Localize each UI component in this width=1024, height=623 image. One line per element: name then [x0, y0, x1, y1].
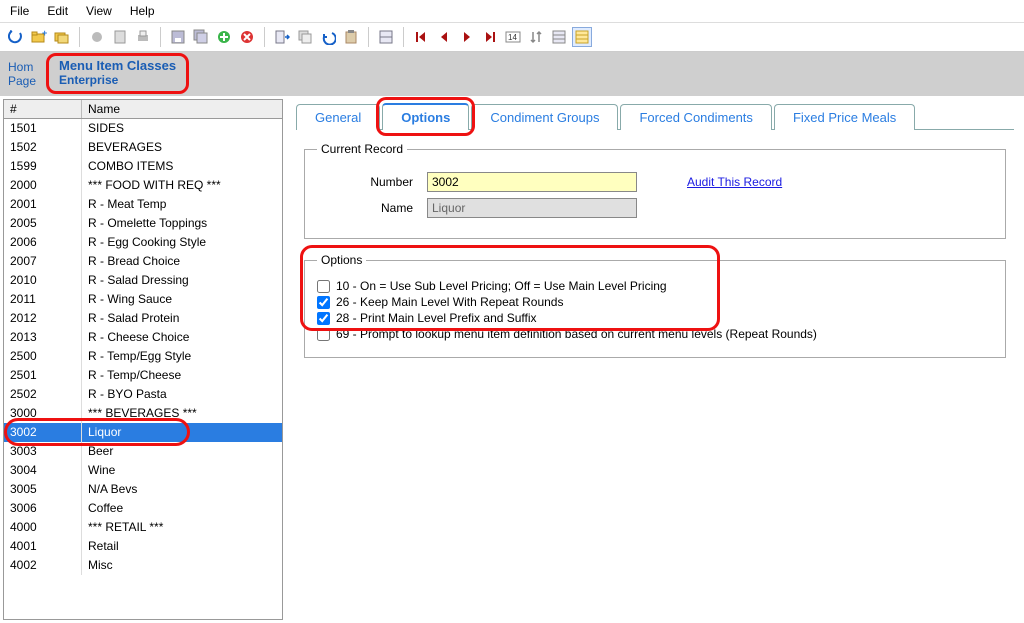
menu-help[interactable]: Help — [130, 4, 155, 18]
tab-general[interactable]: General — [296, 104, 380, 130]
table-row[interactable]: 2502R - BYO Pasta — [4, 385, 282, 404]
save-all-icon[interactable] — [191, 27, 211, 47]
first-icon[interactable] — [411, 27, 431, 47]
menu-edit[interactable]: Edit — [47, 4, 68, 18]
option-checkbox[interactable] — [317, 328, 330, 341]
table-row[interactable]: 2006R - Egg Cooking Style — [4, 233, 282, 252]
refresh-icon[interactable] — [6, 27, 26, 47]
grid-header: # Name — [4, 100, 282, 119]
table-row[interactable]: 2007R - Bread Choice — [4, 252, 282, 271]
col-header-number[interactable]: # — [4, 100, 82, 118]
option-label: 10 - On = Use Sub Level Pricing; Off = U… — [336, 279, 667, 293]
tab-condiment-groups[interactable]: Condiment Groups — [471, 104, 618, 130]
home-link[interactable]: HomPage — [8, 60, 36, 88]
table-row[interactable]: 4002Misc — [4, 556, 282, 575]
option-row: 28 - Print Main Level Prefix and Suffix — [317, 311, 993, 325]
breadcrumb-title: Menu Item Classes — [59, 58, 176, 73]
table-row[interactable]: 2501R - Temp/Cheese — [4, 366, 282, 385]
table-row[interactable]: 2012R - Salad Protein — [4, 309, 282, 328]
next-icon[interactable] — [457, 27, 477, 47]
option-label: 69 - Prompt to lookup menu item definiti… — [336, 327, 817, 341]
undo-icon[interactable] — [318, 27, 338, 47]
table-row[interactable]: 2000*** FOOD WITH REQ *** — [4, 176, 282, 195]
name-field — [427, 198, 637, 218]
svg-text:+: + — [42, 29, 47, 38]
list-view-icon[interactable] — [572, 27, 592, 47]
option-checkbox[interactable] — [317, 280, 330, 293]
option-row: 10 - On = Use Sub Level Pricing; Off = U… — [317, 279, 993, 293]
name-label: Name — [317, 201, 427, 215]
breadcrumb-band: HomPage Menu Item Classes Enterprise — [0, 52, 1024, 96]
table-row[interactable]: 3004Wine — [4, 461, 282, 480]
table-row[interactable]: 2001R - Meat Temp — [4, 195, 282, 214]
paste-icon[interactable] — [341, 27, 361, 47]
audit-link[interactable]: Audit This Record — [687, 175, 782, 189]
horiz-split-icon[interactable] — [376, 27, 396, 47]
table-row[interactable]: 2500R - Temp/Egg Style — [4, 347, 282, 366]
save-icon[interactable] — [168, 27, 188, 47]
table-row[interactable]: 2011R - Wing Sauce — [4, 290, 282, 309]
add-icon[interactable] — [214, 27, 234, 47]
toolbar: + 14 — [0, 23, 1024, 52]
breadcrumb-scope: Enterprise — [59, 73, 176, 87]
option-row: 69 - Prompt to lookup menu item definiti… — [317, 327, 993, 341]
sort-icon[interactable] — [526, 27, 546, 47]
option-checkbox[interactable] — [317, 296, 330, 309]
table-row[interactable]: 2005R - Omelette Toppings — [4, 214, 282, 233]
current-record-legend: Current Record — [317, 142, 407, 156]
table-row[interactable]: 1501SIDES — [4, 119, 282, 138]
table-row[interactable]: 4000*** RETAIL *** — [4, 518, 282, 537]
last-icon[interactable] — [480, 27, 500, 47]
print-icon[interactable] — [133, 27, 153, 47]
table-row[interactable]: 3002Liquor — [4, 423, 282, 442]
detail-pane: General Options Condiment Groups Forced … — [286, 96, 1024, 623]
record-list: # Name 1501SIDES1502BEVERAGES1599COMBO I… — [3, 99, 283, 620]
goto-icon[interactable]: 14 — [503, 27, 523, 47]
tab-fixed-price-meals[interactable]: Fixed Price Meals — [774, 104, 915, 130]
options-legend: Options — [317, 253, 366, 267]
tabs: General Options Condiment Groups Forced … — [296, 102, 1014, 129]
breadcrumb-highlight: Menu Item Classes Enterprise — [46, 53, 189, 94]
option-label: 28 - Print Main Level Prefix and Suffix — [336, 311, 537, 325]
grid-body[interactable]: 1501SIDES1502BEVERAGES1599COMBO ITEMS200… — [4, 119, 282, 619]
table-row[interactable]: 1502BEVERAGES — [4, 138, 282, 157]
number-field[interactable] — [427, 172, 637, 192]
duplicate-icon[interactable] — [295, 27, 315, 47]
record-icon[interactable] — [87, 27, 107, 47]
svg-text:14: 14 — [508, 33, 517, 42]
option-label: 26 - Keep Main Level With Repeat Rounds — [336, 295, 563, 309]
copy-folder-icon[interactable] — [52, 27, 72, 47]
table-row[interactable]: 4001Retail — [4, 537, 282, 556]
tab-options[interactable]: Options — [382, 103, 469, 130]
tab-forced-condiments[interactable]: Forced Condiments — [620, 104, 771, 130]
delete-icon[interactable] — [237, 27, 257, 47]
table-row[interactable]: 3003Beer — [4, 442, 282, 461]
menu-file[interactable]: File — [10, 4, 29, 18]
table-row[interactable]: 2013R - Cheese Choice — [4, 328, 282, 347]
col-header-name[interactable]: Name — [82, 100, 282, 118]
menu-view[interactable]: View — [86, 4, 112, 18]
table-row[interactable]: 3000*** BEVERAGES *** — [4, 404, 282, 423]
option-row: 26 - Keep Main Level With Repeat Rounds — [317, 295, 993, 309]
menubar: File Edit View Help — [0, 0, 1024, 23]
option-checkbox[interactable] — [317, 312, 330, 325]
table-row[interactable]: 3005N/A Bevs — [4, 480, 282, 499]
table-row[interactable]: 3006Coffee — [4, 499, 282, 518]
doc-icon[interactable] — [110, 27, 130, 47]
number-label: Number — [317, 175, 427, 189]
table-row[interactable]: 2010R - Salad Dressing — [4, 271, 282, 290]
table-row[interactable]: 1599COMBO ITEMS — [4, 157, 282, 176]
filter-icon[interactable] — [549, 27, 569, 47]
prev-icon[interactable] — [434, 27, 454, 47]
current-record-fieldset: Current Record Number Audit This Record … — [304, 142, 1006, 239]
insert-icon[interactable] — [272, 27, 292, 47]
new-folder-icon[interactable]: + — [29, 27, 49, 47]
options-fieldset: Options 10 - On = Use Sub Level Pricing;… — [304, 253, 1006, 358]
